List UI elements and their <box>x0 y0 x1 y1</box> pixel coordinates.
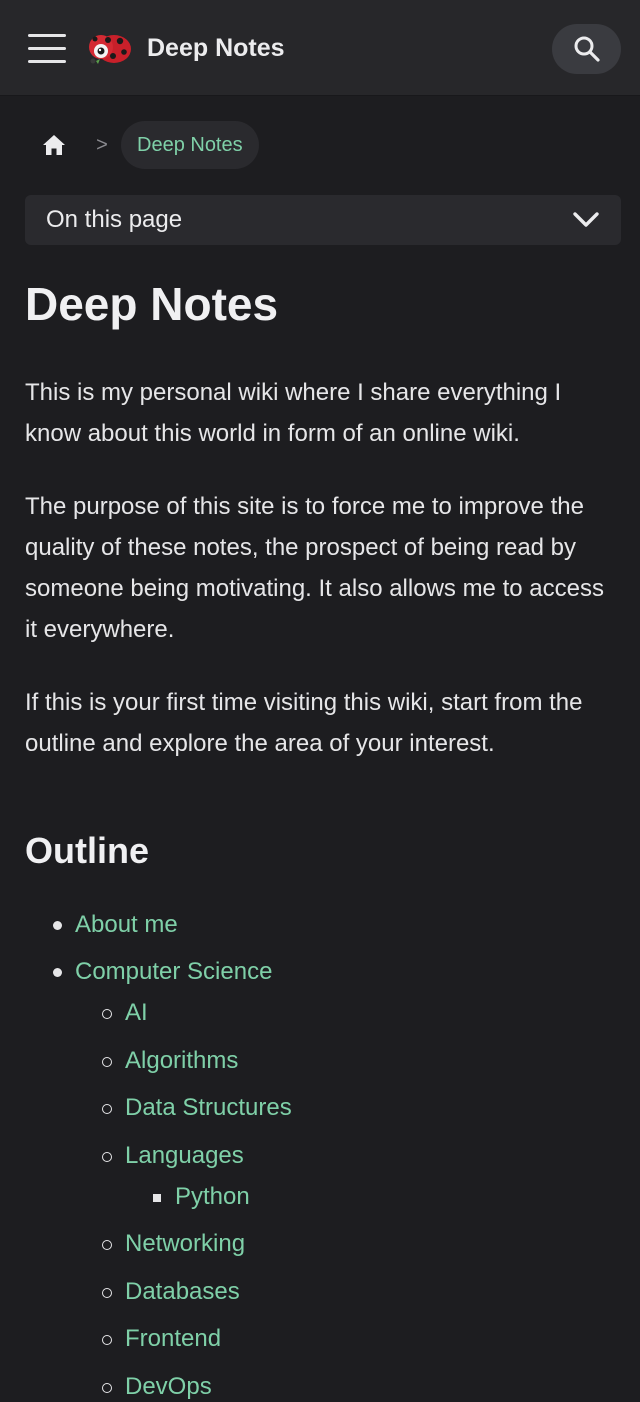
list-bullet <box>102 1104 112 1114</box>
list-bullet <box>102 1240 112 1250</box>
on-this-page-toggle[interactable]: On this page <box>25 195 621 245</box>
outline-link-databases[interactable]: Databases <box>125 1276 240 1308</box>
purpose-paragraph: The purpose of this site is to force me … <box>25 493 604 643</box>
outline-link-data-structures[interactable]: Data Structures <box>125 1092 292 1124</box>
outline-link-algorithms[interactable]: Algorithms <box>125 1045 238 1077</box>
breadcrumb: > Deep Notes <box>25 121 259 169</box>
home-icon[interactable] <box>25 121 83 169</box>
outline-link-networking[interactable]: Networking <box>125 1228 245 1260</box>
list-bullet <box>102 1057 112 1067</box>
list-bullet <box>102 1009 112 1019</box>
top-app-bar: Deep Notes <box>0 0 640 96</box>
outline-link-python[interactable]: Python <box>175 1181 250 1213</box>
ladybug-logo[interactable] <box>86 28 134 68</box>
outline-link-about-me[interactable]: About me <box>75 909 178 941</box>
list-bullet <box>153 1194 161 1202</box>
outline-heading: Outline <box>25 830 149 871</box>
outline-link-devops[interactable]: DevOps <box>125 1371 212 1402</box>
outline-link-frontend[interactable]: Frontend <box>125 1323 221 1355</box>
list-bullet <box>102 1383 112 1393</box>
outline-link-computer-science[interactable]: Computer Science <box>75 956 272 988</box>
search-button[interactable] <box>552 24 621 74</box>
breadcrumb-separator: > <box>96 133 108 156</box>
list-bullet <box>53 921 62 930</box>
outline-link-languages[interactable]: Languages <box>125 1140 244 1172</box>
site-title[interactable]: Deep Notes <box>147 34 285 63</box>
chevron-down-icon <box>573 212 599 227</box>
breadcrumb-current[interactable]: Deep Notes <box>121 121 259 169</box>
page-title: Deep Notes <box>25 278 279 330</box>
hamburger-menu-icon[interactable] <box>28 30 68 66</box>
on-this-page-label: On this page <box>46 206 183 233</box>
outline-link-ai[interactable]: AI <box>125 997 148 1029</box>
list-bullet <box>102 1288 112 1298</box>
list-bullet <box>102 1335 112 1345</box>
list-bullet <box>102 1152 112 1162</box>
list-bullet <box>53 968 62 977</box>
getting-started-paragraph: If this is your first time visiting this… <box>25 689 583 757</box>
search-icon <box>574 36 600 62</box>
intro-paragraph: This is my personal wiki where I share e… <box>25 379 562 447</box>
